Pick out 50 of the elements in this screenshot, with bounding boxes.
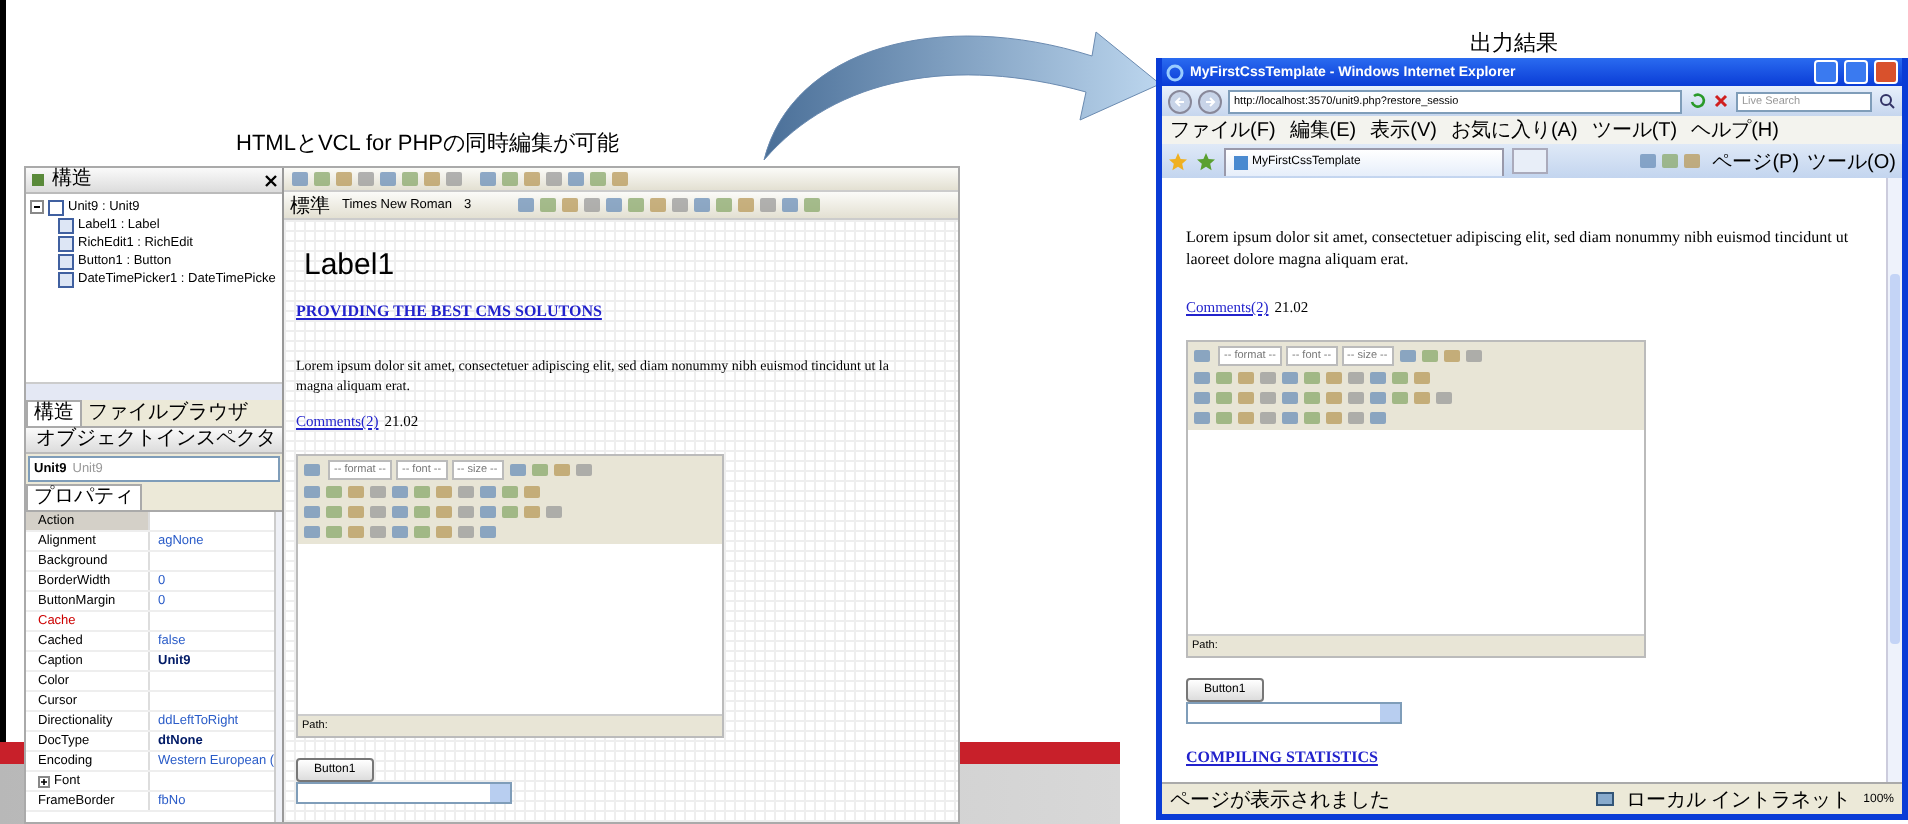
format-icons-drawing: [507, 462, 596, 478]
page-icon: [1234, 155, 1248, 169]
style-dropdown[interactable]: 標準: [290, 191, 330, 219]
dropdown-field[interactable]: [1186, 702, 1402, 724]
menu-item[interactable]: お気に入り(A): [1450, 116, 1578, 144]
dropdown-field[interactable]: [296, 782, 512, 804]
tree-icon: [30, 172, 46, 188]
add-favorite-icon[interactable]: [1196, 151, 1216, 171]
toolbar-icon: [302, 462, 324, 478]
close-button[interactable]: [1874, 60, 1898, 84]
expand-icon[interactable]: [38, 775, 50, 787]
paragraph: Lorem ipsum dolor sit amet, consectetuer adipiscing elit, sed diam nonummy nibh euismod tincidunt ut laoreet dolore magna aliquam erat.: [1186, 226, 1851, 270]
status-text: ページが表示されました: [1170, 787, 1390, 813]
menu-item[interactable]: 編集(E): [1289, 116, 1357, 144]
form-icon: [48, 199, 64, 215]
slide-caption: HTMLとVCL for PHPの同時編集が可能: [236, 130, 620, 158]
toolbar-icon: [1192, 348, 1214, 364]
slide-caption: 出力結果: [1470, 30, 1558, 58]
format-icons-drawing: [1397, 348, 1486, 364]
panel-tab[interactable]: ファイルブラウザ: [82, 400, 254, 426]
refresh-icon[interactable]: [1688, 92, 1706, 110]
panel-title: 構造: [52, 168, 92, 192]
new-tab-button[interactable]: [1512, 148, 1548, 174]
menu-item[interactable]: ツール(T): [1591, 116, 1678, 144]
command-button[interactable]: ツール(O): [1807, 147, 1896, 175]
heading-link[interactable]: PROVIDING THE BEST CMS SOLUTONS: [296, 302, 602, 320]
network-icon: [1595, 791, 1614, 807]
search-icon[interactable]: [1878, 92, 1896, 110]
zone-text: ローカル イントラネット: [1625, 787, 1852, 813]
scrollbar[interactable]: [274, 512, 282, 822]
inspector-tab[interactable]: プロパティ: [26, 484, 142, 510]
back-icon[interactable]: [1168, 89, 1192, 113]
label-text: Label1: [304, 248, 395, 282]
command-button[interactable]: ページ(P): [1712, 147, 1800, 175]
maximize-button[interactable]: [1844, 60, 1868, 84]
star-icon[interactable]: [1168, 151, 1188, 171]
scrollbar[interactable]: [1886, 178, 1902, 782]
heading-link[interactable]: COMPILING STATISTICS: [1186, 748, 1378, 766]
close-icon[interactable]: [264, 173, 278, 187]
collapse-icon[interactable]: [30, 200, 44, 214]
minimize-button[interactable]: [1814, 60, 1838, 84]
menu-item[interactable]: 表示(V): [1370, 116, 1437, 144]
forward-icon[interactable]: [1198, 89, 1222, 113]
menu-item[interactable]: ファイル(F): [1170, 116, 1276, 144]
toolbar-icons-drawing: [1638, 152, 1705, 170]
menu-item[interactable]: ヘルプ(H): [1691, 116, 1779, 144]
panel-tab[interactable]: 構造: [26, 400, 82, 426]
panel-title: オブジェクトインスペクタ: [36, 428, 276, 452]
browser-icon: [1166, 63, 1184, 81]
scrollbar[interactable]: [26, 382, 282, 400]
